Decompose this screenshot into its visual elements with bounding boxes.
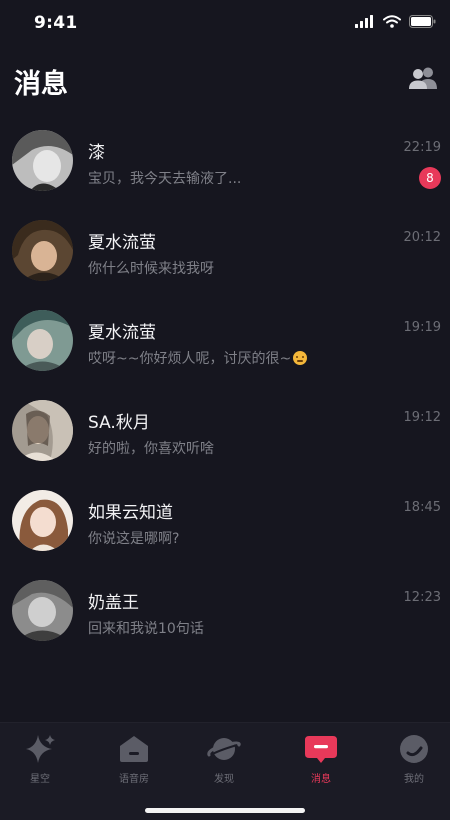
- contact-name: 奶盖王: [88, 593, 139, 613]
- status-icons: [355, 15, 436, 28]
- message-time: 19:12: [403, 410, 441, 425]
- unread-badge: 8: [419, 167, 441, 189]
- avatar: [12, 580, 73, 641]
- status-time: 9:41: [34, 13, 78, 33]
- disappointed-emoji-icon: [293, 351, 308, 365]
- contact-name: 漆: [88, 143, 105, 163]
- tab-voice-room[interactable]: 语音房: [94, 732, 174, 785]
- message-preview: 你说这是哪啊?: [88, 531, 180, 547]
- contact-name: SA.秋月: [88, 413, 150, 433]
- avatar: [12, 400, 73, 461]
- message-time: 22:19: [403, 140, 441, 155]
- avatar: [12, 490, 73, 551]
- message-preview: 回来和我说10句话: [88, 621, 204, 637]
- message-preview-text: 哎呀~~你好烦人呢，讨厌的很~: [88, 351, 292, 367]
- home-indicator[interactable]: [145, 808, 305, 813]
- tab-label: 发现: [214, 774, 234, 785]
- contact-name: 夏水流萤: [88, 233, 156, 253]
- status-bar: 9:41: [0, 0, 450, 46]
- message-time: 12:23: [403, 590, 441, 605]
- planet-icon: [207, 738, 241, 760]
- wifi-icon: [383, 15, 401, 28]
- page-title: 消息: [14, 69, 68, 100]
- house-icon: [120, 736, 148, 762]
- chat-bubble-icon: [305, 736, 337, 763]
- tab-label: 星空: [30, 774, 50, 785]
- tab-bar: 星空 语音房 发现 消息 我的: [0, 722, 450, 820]
- message-preview: 哎呀~~你好烦人呢，讨厌的很~: [88, 348, 308, 368]
- contacts-button[interactable]: [406, 62, 440, 94]
- conversation-row[interactable]: 夏水流萤 哎呀~~你好烦人呢，讨厌的很~ 19:19: [0, 296, 450, 386]
- contacts-icon: [409, 67, 437, 89]
- message-preview: 好的啦，你喜欢听啥: [88, 441, 214, 457]
- avatar: [12, 220, 73, 281]
- profile-icon: [400, 735, 428, 763]
- message-preview: 宝贝，我今天去输液了...: [88, 171, 242, 187]
- header: 消息: [0, 46, 450, 116]
- conversation-row[interactable]: 如果云知道 你说这是哪啊? 18:45: [0, 476, 450, 566]
- message-time: 18:45: [403, 500, 441, 515]
- conversation-row[interactable]: 奶盖王 回来和我说10句话 12:23: [0, 566, 450, 656]
- avatar: [12, 130, 73, 191]
- sparkle-icon: [26, 735, 55, 763]
- tab-messages[interactable]: 消息: [281, 732, 361, 785]
- conversation-list: 漆 宝贝，我今天去输液了... 22:19 8 夏水流萤 你什么时候来找我呀 2…: [0, 116, 450, 656]
- avatar: [12, 310, 73, 371]
- tab-label: 我的: [404, 774, 424, 785]
- tab-label: 语音房: [119, 774, 149, 785]
- tab-label: 消息: [311, 774, 331, 785]
- conversation-row[interactable]: SA.秋月 好的啦，你喜欢听啥 19:12: [0, 386, 450, 476]
- signal-icon: [355, 15, 373, 28]
- conversation-row[interactable]: 夏水流萤 你什么时候来找我呀 20:12: [0, 206, 450, 296]
- battery-icon: [409, 15, 436, 28]
- tab-mine[interactable]: 我的: [374, 732, 450, 785]
- contact-name: 如果云知道: [88, 503, 173, 523]
- tab-discover[interactable]: 发现: [184, 732, 264, 785]
- contact-name: 夏水流萤: [88, 323, 156, 343]
- message-preview: 你什么时候来找我呀: [88, 261, 214, 277]
- tab-starry-sky[interactable]: 星空: [0, 732, 80, 785]
- message-time: 19:19: [403, 320, 441, 335]
- conversation-row[interactable]: 漆 宝贝，我今天去输液了... 22:19 8: [0, 116, 450, 206]
- message-time: 20:12: [403, 230, 441, 245]
